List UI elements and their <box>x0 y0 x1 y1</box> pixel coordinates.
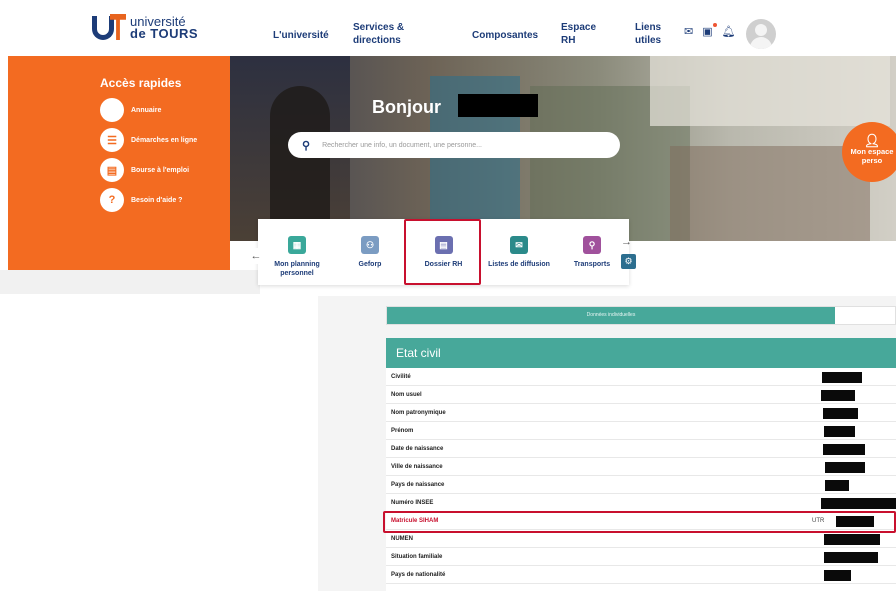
quick-item-label: Annuaire <box>131 106 162 114</box>
tab-bar: Données individuelles <box>386 306 896 325</box>
quick-item-annuaire[interactable]: Annuaire <box>100 98 161 122</box>
redacted-name <box>458 94 538 117</box>
nav-liens-utiles[interactable]: Liens utiles <box>635 21 661 47</box>
redacted-value <box>822 372 862 383</box>
nav-services-directions[interactable]: Services & directions <box>353 21 404 47</box>
search-icon[interactable]: ⚲ <box>302 139 310 152</box>
row-label: Pays de naissance <box>391 482 445 488</box>
etat-civil-card: Etat civil Civilité Nom usuel Nom patron… <box>386 338 896 591</box>
dossier-rh-highlight <box>404 219 481 285</box>
quick-item-label: Bourse à l'emploi <box>131 166 190 174</box>
search-bar[interactable]: ⚲ Rechercher une info, un document, une … <box>288 132 620 158</box>
row-label: Situation familiale <box>391 554 443 560</box>
tile-label: Mon planning personnel <box>274 261 320 277</box>
nav-universite[interactable]: L'université <box>273 29 329 42</box>
user-add-icon: 👤︎ <box>863 133 881 148</box>
tab-donnees-individuelles[interactable]: Données individuelles <box>387 307 835 324</box>
redacted-value <box>824 534 880 545</box>
redacted-value <box>824 570 851 581</box>
table-row: Nom patronymique <box>386 404 896 422</box>
tile-label: Listes de diffusion <box>488 261 550 268</box>
calendar-icon[interactable]: ▣ <box>702 23 717 38</box>
nav-composantes[interactable]: Composantes <box>472 29 538 42</box>
training-icon: ⚇ <box>361 236 379 254</box>
redacted-value <box>823 408 858 419</box>
table-row: Numéro INSEE <box>386 494 896 512</box>
matricule-siham-highlight <box>383 511 896 533</box>
scroll-left-icon[interactable]: ← <box>248 248 264 264</box>
row-label: NUMEN <box>391 536 413 542</box>
bell-icon[interactable]: 🔔︎ <box>722 25 736 38</box>
row-label: Pays de nationalité <box>391 572 446 578</box>
row-label: Nom usuel <box>391 392 422 398</box>
table-row: Date de naissance <box>386 440 896 458</box>
table-row: Pays de naissance <box>386 476 896 494</box>
nav-espace-rh[interactable]: Espace RH <box>561 21 596 47</box>
table-row: Situation familiale <box>386 548 896 566</box>
table-row: Prénom <box>386 422 896 440</box>
quick-item-bourse-emploi[interactable]: ▤ Bourse à l'emploi <box>100 158 189 182</box>
row-label: Date de naissance <box>391 446 444 452</box>
table-row: Pays de nationalité <box>386 566 896 584</box>
list-icon: ☰ <box>100 128 124 152</box>
planning-icon: ▦ <box>288 236 306 254</box>
university-logo[interactable]: université de TOURS <box>92 14 198 42</box>
row-label: Ville de naissance <box>391 464 443 470</box>
row-label: Civilité <box>391 374 411 380</box>
tile-mon-planning[interactable]: ▦ Mon planning personnel <box>260 219 334 285</box>
quick-access-title: Accès rapides <box>100 76 182 90</box>
row-label: Prénom <box>391 428 414 434</box>
table-row: Nom usuel <box>386 386 896 404</box>
logo-text: université de TOURS <box>130 15 199 41</box>
user-avatar[interactable] <box>746 19 776 49</box>
redacted-value <box>825 480 849 491</box>
espace-perso-button[interactable]: 👤︎ Mon espace perso <box>842 122 896 182</box>
row-label: Nom patronymique <box>391 410 446 416</box>
tile-label: Transports <box>573 261 611 268</box>
quick-item-aide[interactable]: ? Besoin d'aide ? <box>100 188 182 212</box>
redacted-value <box>823 444 865 455</box>
broadcast-icon: ✉ <box>510 236 528 254</box>
row-label: Numéro INSEE <box>391 500 434 506</box>
tile-geforp[interactable]: ⚇ Geforp <box>336 219 404 285</box>
help-icon: ? <box>100 188 124 212</box>
redacted-value <box>825 462 865 473</box>
tile-transports[interactable]: ⚲ Transports <box>557 219 627 285</box>
hero-banner: Bonjour ⚲ Rechercher une info, un docume… <box>230 56 896 241</box>
redacted-value <box>821 498 896 509</box>
quick-item-label: Démarches en ligne <box>131 136 198 144</box>
mail-icon[interactable]: ✉ <box>684 25 693 38</box>
etat-civil-title: Etat civil <box>386 338 896 368</box>
redacted-value <box>824 552 878 563</box>
bike-icon: ⚲ <box>583 236 601 254</box>
logo-mark <box>92 14 128 42</box>
briefcase-icon: ▤ <box>100 158 124 182</box>
quick-item-demarches[interactable]: ☰ Démarches en ligne <box>100 128 197 152</box>
redacted-value <box>821 390 855 401</box>
tile-listes-diffusion[interactable]: ✉ Listes de diffusion <box>483 219 555 285</box>
logo-line2: de TOURS <box>130 26 199 41</box>
table-row: Civilité <box>386 368 896 386</box>
quick-access-panel: Accès rapides Annuaire ☰ Démarches en li… <box>8 56 230 270</box>
table-row: Ville de naissance <box>386 458 896 476</box>
tile-label: Geforp <box>358 261 382 268</box>
intranet-page: université de TOURS L'université Service… <box>0 0 896 591</box>
directory-icon <box>100 98 124 122</box>
greeting-title: Bonjour <box>372 97 441 117</box>
header-icons: ✉ ▣ 🔔︎ <box>684 23 736 38</box>
top-header: université de TOURS L'université Service… <box>0 0 896 56</box>
gear-icon[interactable]: ⚙ <box>621 254 636 269</box>
search-placeholder: Rechercher une info, un document, une pe… <box>322 141 482 149</box>
espace-perso-label: Mon espace perso <box>850 147 894 165</box>
scroll-right-icon[interactable]: → <box>621 236 632 248</box>
redacted-value <box>824 426 855 437</box>
quick-item-label: Besoin d'aide ? <box>131 196 183 204</box>
divider-band <box>0 270 260 294</box>
